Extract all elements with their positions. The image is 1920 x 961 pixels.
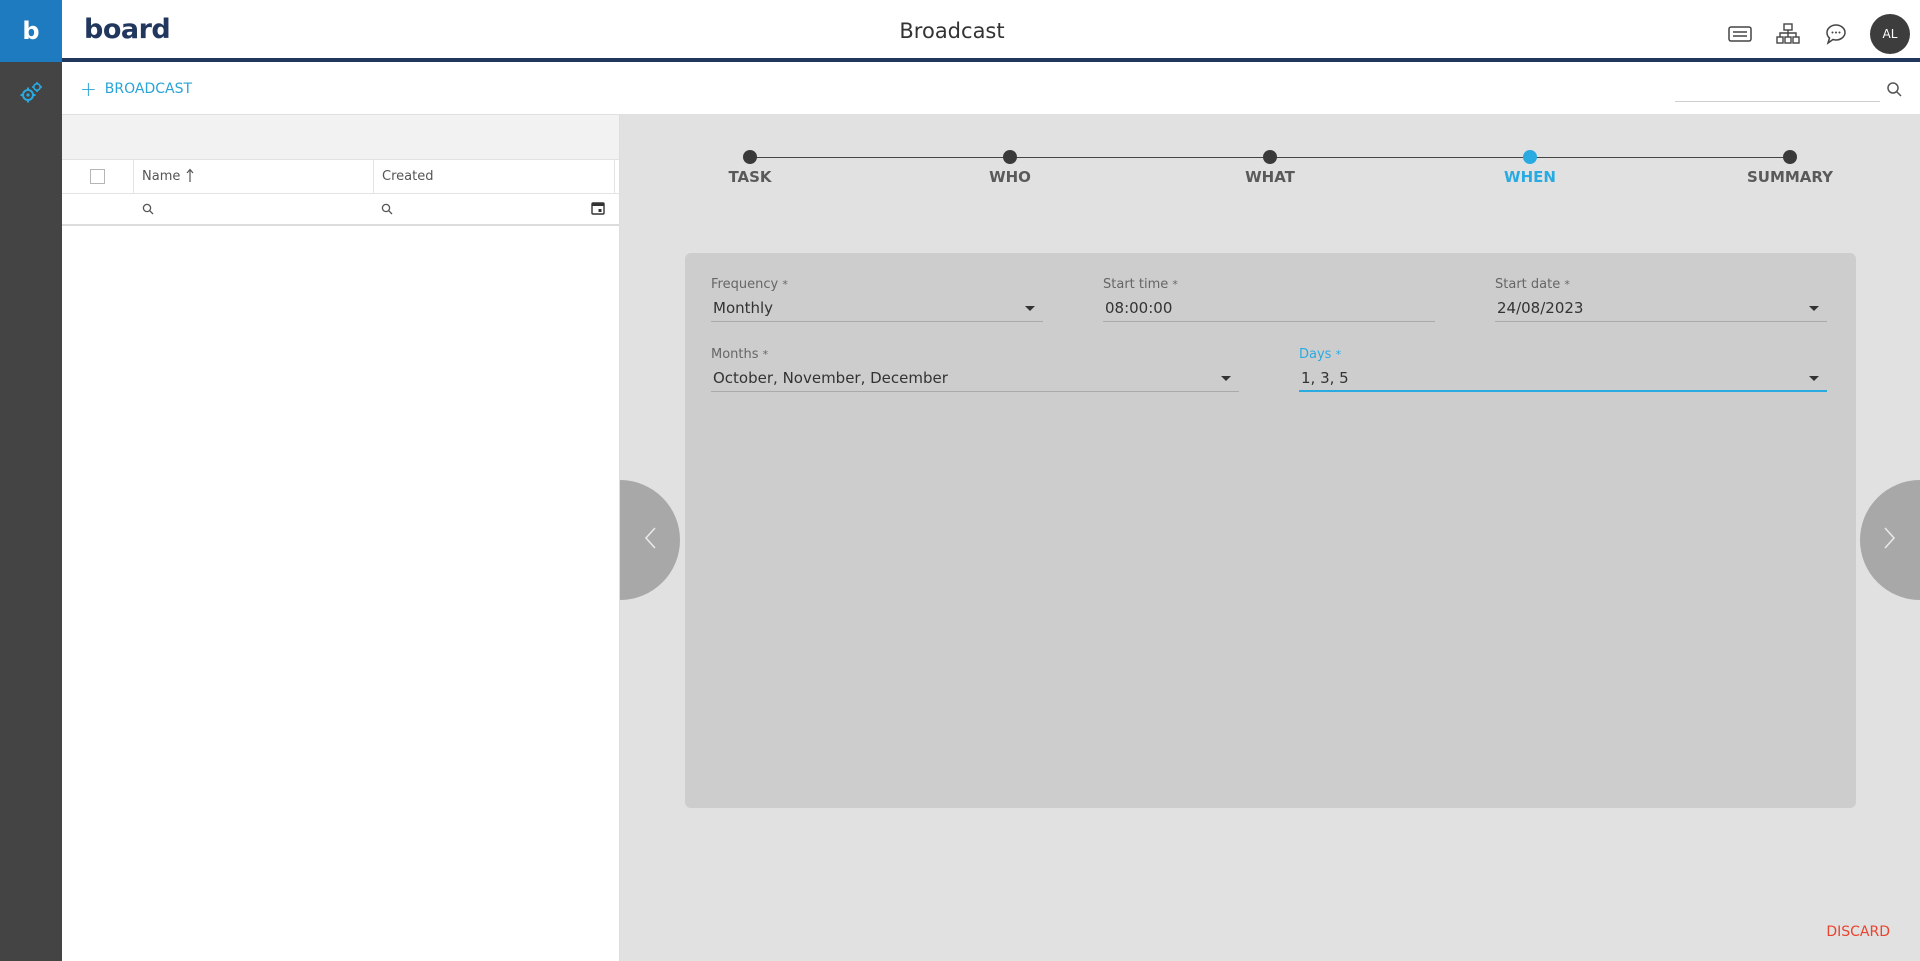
calendar-icon[interactable]	[591, 200, 605, 219]
search-icon	[142, 200, 154, 219]
column-header-created[interactable]: Created	[374, 160, 615, 193]
step-when[interactable]: WHEN	[1470, 150, 1590, 186]
step-summary[interactable]: SUMMARY	[1730, 150, 1850, 186]
start-time-value: 08:00:00	[1105, 299, 1173, 317]
start-time-field: Start time * 08:00:00	[1103, 277, 1435, 322]
required-mark: *	[762, 348, 769, 361]
required-mark: *	[1335, 348, 1342, 361]
step-dot	[1003, 150, 1017, 164]
step-label: WHEN	[1504, 168, 1556, 186]
column-created-label: Created	[382, 169, 434, 184]
left-rail: b	[0, 0, 62, 961]
select-all-checkbox[interactable]	[90, 169, 105, 184]
column-header-name[interactable]: Name	[134, 160, 374, 193]
filter-spacer	[62, 194, 134, 224]
name-filter-input[interactable]	[134, 194, 374, 224]
step-who[interactable]: WHO	[950, 150, 1070, 186]
step-dot	[1783, 150, 1797, 164]
settings-gears-icon[interactable]	[16, 78, 46, 108]
logo-letter: b	[22, 17, 40, 45]
step-dot	[1523, 150, 1537, 164]
search-input[interactable]	[1675, 80, 1880, 102]
months-value: October, November, December	[713, 369, 948, 387]
keyboard-icon[interactable]	[1726, 20, 1754, 48]
column-name-label: Name	[142, 169, 181, 184]
days-value: 1, 3, 5	[1301, 368, 1349, 387]
schedule-form-card: Frequency * Monthly Start time * 08:00:0…	[685, 253, 1856, 808]
broadcast-list-panel: Name Created	[62, 115, 620, 961]
step-dot	[743, 150, 757, 164]
months-label-text: Months	[711, 347, 759, 362]
list-header: Name Created	[62, 160, 619, 194]
chevron-down-icon	[1221, 376, 1231, 381]
start-date-picker[interactable]: 24/08/2023	[1495, 295, 1827, 322]
required-mark: *	[1172, 278, 1178, 291]
top-icons: AL	[1726, 14, 1910, 54]
start-time-label: Start time *	[1103, 277, 1435, 295]
sitemap-icon[interactable]	[1774, 20, 1802, 48]
step-what[interactable]: WHAT	[1210, 150, 1330, 186]
add-broadcast-label: BROADCAST	[104, 81, 193, 97]
user-avatar[interactable]: AL	[1870, 14, 1910, 54]
search-box	[1675, 80, 1902, 102]
sub-toolbar: + BROADCAST	[62, 66, 1920, 115]
step-label: WHAT	[1245, 168, 1295, 186]
search-icon	[381, 200, 393, 219]
select-all-cell	[62, 160, 134, 193]
frequency-field: Frequency * Monthly	[711, 277, 1043, 322]
discard-button[interactable]: DISCARD	[1826, 924, 1890, 940]
required-mark: *	[782, 278, 788, 291]
chevron-down-icon	[1025, 306, 1035, 311]
days-label-text: Days	[1299, 347, 1332, 362]
frequency-label: Frequency *	[711, 277, 1043, 295]
step-dot	[1263, 150, 1277, 164]
add-broadcast-button[interactable]: + BROADCAST	[80, 77, 193, 101]
list-toolbar	[62, 115, 619, 160]
search-icon[interactable]	[1886, 81, 1902, 101]
board-logo-icon[interactable]: b	[0, 0, 62, 62]
top-bar: board Broadcast AL	[62, 0, 1920, 62]
step-label: TASK	[728, 168, 772, 186]
required-mark: *	[1564, 278, 1570, 291]
start-time-label-text: Start time	[1103, 277, 1169, 292]
start-time-input[interactable]: 08:00:00	[1103, 295, 1435, 322]
days-field: Days * 1, 3, 5	[1299, 347, 1827, 392]
sort-ascending-icon	[186, 168, 194, 186]
chevron-down-icon	[1809, 306, 1819, 311]
start-date-label: Start date *	[1495, 277, 1827, 295]
step-label: WHO	[989, 168, 1031, 186]
created-filter-input[interactable]	[373, 194, 619, 224]
chat-icon[interactable]	[1822, 20, 1850, 48]
page-title: Broadcast	[899, 19, 1005, 43]
chevron-right-icon	[1883, 526, 1897, 554]
start-date-value: 24/08/2023	[1497, 299, 1584, 317]
list-filter-row	[62, 194, 619, 226]
chevron-down-icon	[1809, 376, 1819, 381]
months-field: Months * October, November, December	[711, 347, 1239, 392]
days-label: Days *	[1299, 347, 1827, 365]
plus-icon: +	[80, 77, 97, 101]
days-multiselect[interactable]: 1, 3, 5	[1299, 365, 1827, 392]
broadcast-wizard: TASK WHO WHAT WHEN SUMMARY Frequency * M…	[620, 115, 1920, 961]
step-label: SUMMARY	[1746, 168, 1834, 186]
frequency-label-text: Frequency	[711, 277, 779, 292]
months-multiselect[interactable]: October, November, December	[711, 365, 1239, 392]
chevron-left-icon	[643, 526, 657, 554]
step-task[interactable]: TASK	[690, 150, 810, 186]
frequency-value: Monthly	[713, 299, 774, 317]
frequency-select[interactable]: Monthly	[711, 295, 1043, 322]
start-date-field: Start date * 24/08/2023	[1495, 277, 1827, 322]
start-date-label-text: Start date	[1495, 277, 1561, 292]
months-label: Months *	[711, 347, 1239, 365]
